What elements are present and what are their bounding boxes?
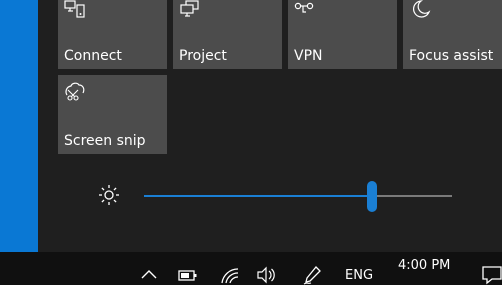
chevron-up-icon[interactable] [139, 265, 159, 285]
battery-icon[interactable] [178, 265, 198, 285]
screen-snip-icon [65, 82, 85, 101]
quick-action-connect[interactable]: Connect [58, 0, 167, 69]
quick-action-label: Connect [64, 48, 122, 64]
speaker-icon[interactable] [256, 265, 276, 285]
desktop-background [0, 0, 38, 252]
quick-action-label: VPN [294, 48, 323, 64]
quick-action-vpn[interactable]: VPN [288, 0, 397, 69]
pen-icon[interactable] [302, 265, 322, 285]
quick-action-focus-assist[interactable]: Focus assist [403, 0, 502, 69]
moon-icon [413, 0, 431, 18]
quick-action-label: Focus assist [409, 48, 494, 64]
language-indicator[interactable]: ENG [345, 268, 373, 283]
quick-action-project[interactable]: Project [173, 0, 282, 69]
vpn-icon [294, 2, 314, 13]
brightness-slider-fill[interactable] [144, 195, 372, 197]
brightness-slider-thumb[interactable] [366, 181, 377, 212]
clock-time[interactable]: 4:00 PM [398, 258, 450, 273]
project-icon [180, 0, 199, 17]
sun-icon [99, 185, 119, 205]
brightness-slider-track[interactable] [371, 195, 452, 197]
quick-action-label: Screen snip [64, 133, 146, 149]
quick-action-screen-snip[interactable]: Screen snip [58, 75, 167, 154]
quick-action-label: Project [179, 48, 227, 64]
connect-icon [64, 0, 85, 18]
wifi-icon[interactable] [220, 265, 240, 285]
notification-icon[interactable] [481, 264, 502, 285]
